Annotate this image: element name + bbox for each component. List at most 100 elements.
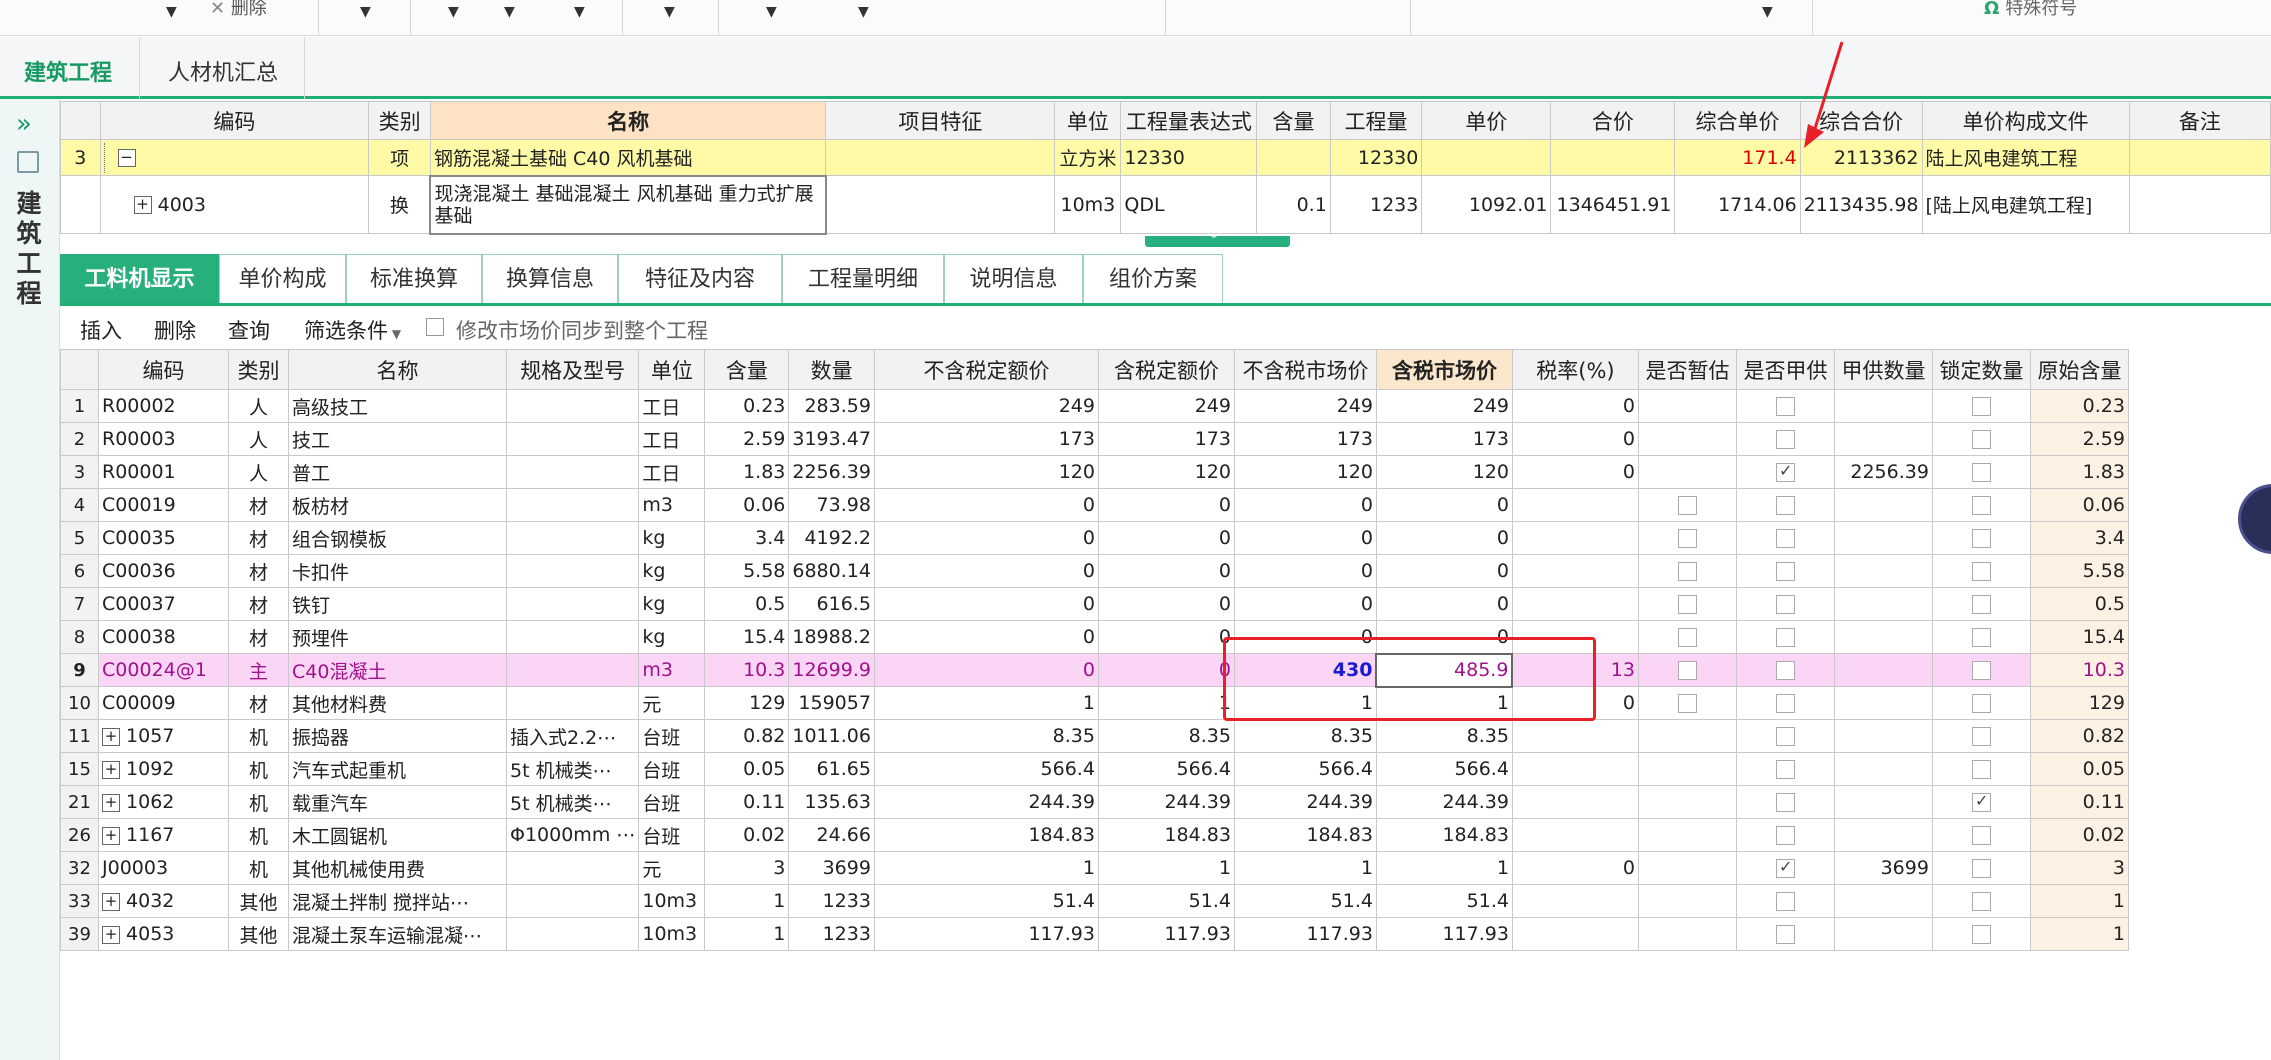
col-quantity[interactable]: 数量: [788, 349, 875, 390]
owner-supply-checkbox[interactable]: [1775, 892, 1795, 911]
code-cell[interactable]: + 4003: [99, 175, 370, 234]
quota-price-ex-tax-cell[interactable]: 120: [873, 455, 1099, 489]
lock-quantity-checkbox[interactable]: [1971, 826, 1991, 845]
lock-quantity-checkbox[interactable]: [1971, 496, 1991, 515]
col-feature[interactable]: 项目特征: [825, 101, 1056, 140]
quota-price-ex-tax-cell[interactable]: 0: [873, 620, 1099, 654]
market-price-in-tax-cell[interactable]: 244.39: [1375, 785, 1513, 819]
spec-cell[interactable]: [505, 653, 640, 687]
table-row[interactable]: 1 R00002 人高级技工 工日 0.23 283.59 249 249 249 249 0 0.2…: [60, 389, 2129, 423]
name-cell[interactable]: 载重汽车: [288, 785, 507, 819]
col-type[interactable]: 类别: [228, 349, 289, 390]
quota-price-in-tax-cell[interactable]: 1: [1097, 686, 1235, 720]
table-row[interactable]: 9 C00024@1 主 C40混凝土 m3 10.3 12699.9 0 0 430 485.9 1…: [60, 652, 2129, 688]
original-content-cell[interactable]: 1.83: [2029, 455, 2129, 489]
quantity-cell[interactable]: 159057: [788, 686, 875, 720]
type-cell[interactable]: 人: [228, 422, 289, 456]
content-cell[interactable]: 2.59: [704, 422, 790, 456]
code-cell[interactable]: C00019: [98, 488, 229, 522]
toolbar-dropdown-6[interactable]: ▼: [664, 4, 675, 20]
market-price-in-tax-cell[interactable]: 566.4: [1375, 752, 1513, 786]
code-cell[interactable]: R00001: [98, 455, 229, 489]
table-row[interactable]: 11 + 1057 机振捣器 插入式2.2⋯ 台班 0.82 1011.06 8.35 8.35…: [60, 719, 2129, 753]
original-content-cell[interactable]: 2.59: [2029, 422, 2129, 456]
code-cell[interactable]: C00035: [98, 521, 229, 555]
expand-icon[interactable]: +: [133, 196, 152, 214]
unit-cell[interactable]: 工日: [638, 422, 706, 456]
owner-supply-qty-cell[interactable]: 3699: [1833, 851, 1933, 885]
lock-quantity-cell[interactable]: [1931, 521, 2031, 555]
owner-supply-checkbox[interactable]: [1775, 727, 1795, 746]
is-estimate-cell[interactable]: [1637, 554, 1737, 588]
type-cell[interactable]: 机: [228, 851, 289, 885]
tab-pricing-plan[interactable]: 组价方案: [1083, 254, 1223, 303]
lock-quantity-cell[interactable]: [1931, 752, 2031, 786]
owner-supply-checkbox[interactable]: [1775, 760, 1795, 779]
market-price-ex-tax-cell[interactable]: 0: [1233, 587, 1377, 621]
lock-quantity-cell[interactable]: [1931, 917, 2031, 951]
market-price-ex-tax-cell[interactable]: 0: [1233, 521, 1377, 555]
spec-cell[interactable]: Φ1000mm ⋯: [505, 818, 640, 852]
quantity-cell[interactable]: 1233: [788, 884, 875, 918]
name-cell[interactable]: 技工: [288, 422, 507, 456]
tab-conversion-info[interactable]: 换算信息: [482, 254, 618, 303]
owner-supply-checkbox[interactable]: [1775, 430, 1795, 449]
lock-quantity-checkbox[interactable]: [1971, 529, 1991, 548]
tax-rate-cell[interactable]: [1511, 488, 1639, 522]
unit-cell[interactable]: kg: [638, 521, 706, 555]
original-content-cell[interactable]: 0.11: [2029, 785, 2129, 819]
col-expression[interactable]: 工程量表达式: [1120, 101, 1258, 140]
spec-cell[interactable]: 5t 机械类⋯: [505, 752, 640, 786]
type-cell[interactable]: 材: [228, 521, 289, 555]
lock-quantity-cell[interactable]: [1931, 653, 2031, 687]
lock-quantity-cell[interactable]: [1931, 554, 2031, 588]
market-price-in-tax-cell[interactable]: 485.9: [1375, 652, 1514, 688]
content-cell[interactable]: 0.02: [704, 818, 790, 852]
market-price-in-tax-cell[interactable]: 0: [1375, 521, 1513, 555]
col-code[interactable]: 编码: [98, 349, 229, 390]
quota-price-in-tax-cell[interactable]: 1: [1097, 851, 1235, 885]
quantity-cell[interactable]: 3699: [788, 851, 875, 885]
name-cell[interactable]: 振捣器: [288, 719, 507, 753]
tab-unit-price-composition[interactable]: 单价构成: [219, 254, 346, 303]
lock-quantity-cell[interactable]: [1931, 587, 2031, 621]
quantity-cell[interactable]: 4192.2: [788, 521, 875, 555]
content-cell[interactable]: 3.4: [704, 521, 790, 555]
toolbar-dropdown-5[interactable]: ▼: [574, 4, 585, 20]
lock-quantity-cell[interactable]: [1931, 488, 2031, 522]
content-cell[interactable]: 0.5: [704, 587, 790, 621]
is-estimate-cell[interactable]: [1637, 785, 1737, 819]
owner-supply-checkbox[interactable]: [1775, 826, 1795, 845]
col-price[interactable]: 单价: [1421, 101, 1552, 140]
spec-cell[interactable]: [505, 620, 640, 654]
lock-quantity-cell[interactable]: [1931, 620, 2031, 654]
col-comprehensive-total[interactable]: 综合合价: [1799, 101, 1923, 140]
quota-price-ex-tax-cell[interactable]: 0: [873, 587, 1099, 621]
type-cell[interactable]: 人: [228, 389, 289, 423]
is-owner-supply-cell[interactable]: [1735, 686, 1835, 720]
quantity-cell[interactable]: 135.63: [788, 785, 875, 819]
estimate-checkbox[interactable]: [1677, 661, 1697, 680]
content-cell[interactable]: 5.58: [704, 554, 790, 588]
is-estimate-cell[interactable]: [1637, 686, 1737, 720]
tax-rate-cell[interactable]: [1511, 884, 1639, 918]
code-cell[interactable]: + 1167: [98, 818, 229, 852]
is-estimate-cell[interactable]: [1637, 719, 1737, 753]
code-cell[interactable]: R00003: [98, 422, 229, 456]
code-cell[interactable]: + 1092: [98, 752, 229, 786]
type-cell[interactable]: 材: [228, 587, 289, 621]
code-cell[interactable]: C00037: [98, 587, 229, 621]
market-price-in-tax-cell[interactable]: 1: [1375, 686, 1513, 720]
market-price-in-tax-cell[interactable]: 117.93: [1375, 917, 1513, 951]
estimate-checkbox[interactable]: [1677, 562, 1697, 581]
expand-icon[interactable]: +: [102, 925, 120, 944]
type-cell[interactable]: 材: [228, 554, 289, 588]
original-content-cell[interactable]: 5.58: [2029, 554, 2129, 588]
col-unit[interactable]: 单位: [1054, 101, 1122, 140]
tax-rate-cell[interactable]: 0: [1511, 851, 1639, 885]
tax-rate-cell[interactable]: [1511, 917, 1639, 951]
col-unit[interactable]: 单位: [638, 349, 706, 390]
owner-supply-qty-cell[interactable]: [1833, 917, 1933, 951]
tab-description-info[interactable]: 说明信息: [944, 254, 1083, 303]
is-estimate-cell[interactable]: [1637, 884, 1737, 918]
